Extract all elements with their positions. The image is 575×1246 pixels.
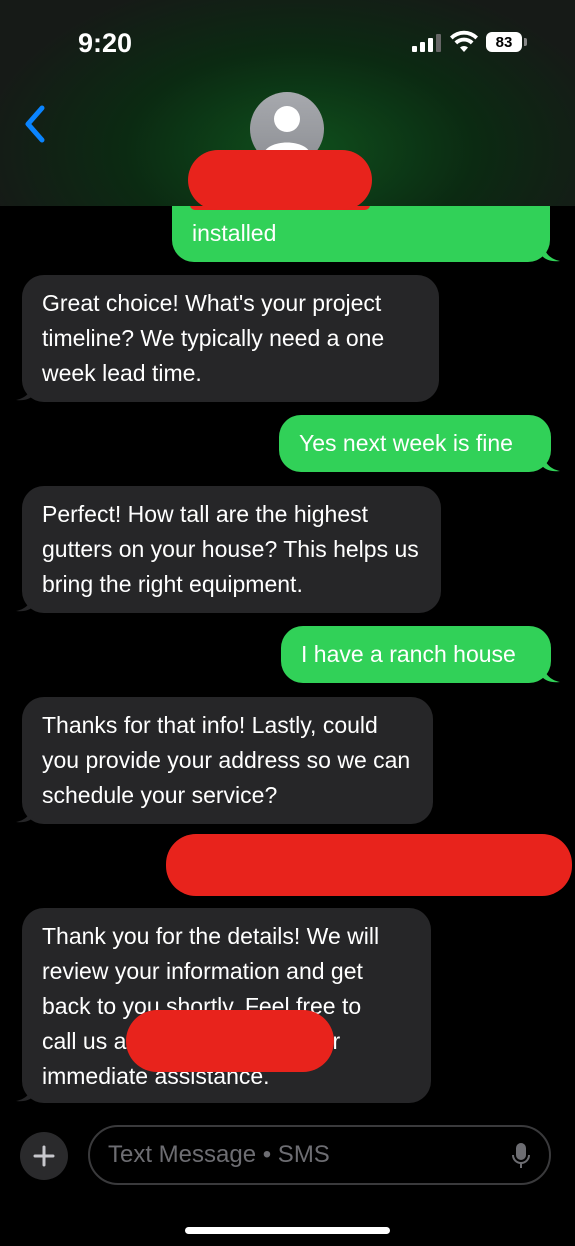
bubble-tail: [16, 591, 34, 612]
message-input[interactable]: Text Message • SMS: [88, 1125, 551, 1185]
battery-indicator: 83: [486, 32, 522, 52]
message-text: Thanks for that info! Lastly, could you …: [42, 712, 411, 808]
battery-cap: [524, 38, 527, 46]
message-bubble-incoming[interactable]: Thanks for that info! Lastly, could you …: [22, 697, 433, 824]
bubble-tail: [542, 241, 560, 262]
redacted-contact-name: [188, 150, 372, 210]
message-line: review your information and get: [42, 958, 363, 984]
message-bubble-incoming[interactable]: Thank you for the details! We will revie…: [22, 908, 431, 1103]
message-bubble-outgoing[interactable]: Yes next week is fine: [279, 415, 551, 472]
status-time: 9:20: [78, 28, 133, 58]
bubble-tail: [16, 802, 34, 823]
redacted-phone-number: [126, 1010, 334, 1072]
microphone-icon[interactable]: [511, 1142, 531, 1170]
wifi-icon: [450, 30, 478, 52]
message-line: Thank you for the details! We will: [42, 923, 380, 949]
bubble-tail: [16, 1081, 34, 1102]
message-text: I have a ranch house: [301, 641, 516, 667]
cellular-signal-icon: [412, 34, 441, 52]
bubble-tail: [542, 662, 560, 683]
message-bubble-incoming[interactable]: Great choice! What's your project timeli…: [22, 275, 439, 402]
message-bubble-outgoing[interactable]: I have a ranch house: [281, 626, 551, 683]
bubble-tail: [542, 451, 560, 472]
message-text: installed: [192, 220, 277, 246]
plus-icon: [33, 1145, 55, 1167]
message-text: Great choice! What's your project timeli…: [42, 290, 385, 386]
message-fragment: call us a: [42, 1028, 127, 1054]
redacted-address: [166, 834, 572, 896]
back-chevron-icon[interactable]: [20, 102, 50, 146]
message-bubble-incoming[interactable]: Perfect! How tall are the highest gutter…: [22, 486, 441, 613]
message-text: Perfect! How tall are the highest gutter…: [42, 501, 419, 597]
add-attachment-button[interactable]: [20, 1132, 68, 1180]
message-input-placeholder: Text Message • SMS: [108, 1141, 330, 1168]
home-indicator[interactable]: [185, 1227, 390, 1234]
message-text: Yes next week is fine: [299, 430, 513, 456]
bubble-tail: [16, 380, 34, 401]
